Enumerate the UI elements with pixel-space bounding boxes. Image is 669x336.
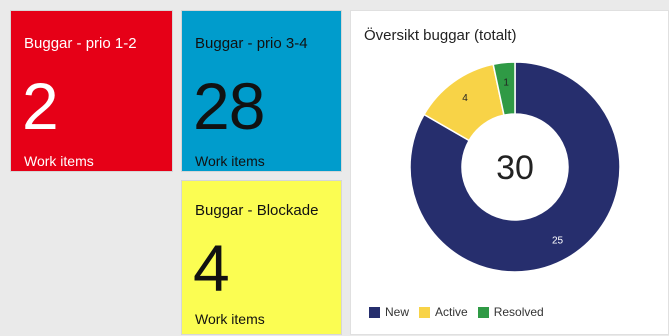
data-label-active: 4: [462, 93, 468, 104]
tile-blocked[interactable]: Buggar - Blockade 4 Work items: [181, 180, 342, 335]
tile-title: Buggar - Blockade: [195, 202, 319, 219]
tile-subtitle: Work items: [195, 153, 265, 169]
legend-label: Resolved: [493, 305, 544, 319]
data-label-new: 25: [552, 236, 564, 247]
chart-legend: New Active Resolved: [369, 305, 544, 319]
donut-chart[interactable]: 25 4 1 30: [351, 11, 669, 336]
tile-title: Buggar - prio 3-4: [195, 35, 308, 52]
chart-panel[interactable]: Översikt buggar (totalt) 25 4 1 30 New Activ…: [350, 10, 669, 335]
tile-prio-1-2[interactable]: Buggar - prio 1-2 2 Work items: [10, 10, 173, 172]
tile-count: 28: [193, 69, 265, 143]
data-label-resolved: 1: [503, 77, 509, 88]
tile-count: 4: [193, 231, 230, 305]
tile-prio-3-4[interactable]: Buggar - prio 3-4 28 Work items: [181, 10, 342, 172]
legend-label: Active: [435, 305, 468, 319]
tile-subtitle: Work items: [195, 311, 265, 327]
donut-total: 30: [496, 149, 534, 187]
tile-count: 2: [22, 69, 59, 143]
legend-swatch: [477, 306, 489, 318]
legend-swatch: [369, 306, 380, 318]
legend-swatch: [419, 306, 431, 318]
tile-subtitle: Work items: [24, 153, 94, 169]
legend-label: New: [385, 305, 410, 319]
legend-item-active[interactable]: Active: [419, 305, 468, 319]
legend-item-resolved[interactable]: Resolved: [477, 305, 544, 319]
legend-item-new[interactable]: New: [369, 305, 409, 319]
tile-title: Buggar - prio 1-2: [24, 35, 137, 52]
